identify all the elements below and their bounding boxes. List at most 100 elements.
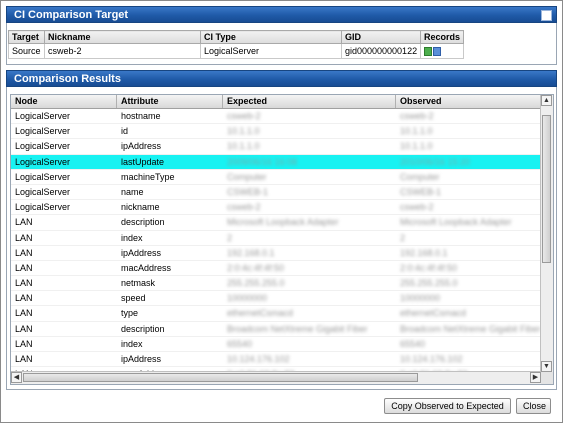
collapse-icon[interactable] [541, 10, 552, 21]
expected-cell: Broadcom NetXtreme Gigabit Fiber [227, 323, 368, 334]
expected-cell: 10000000 [227, 293, 268, 304]
target-panel-header: CI Comparison Target [6, 6, 557, 23]
table-row[interactable]: LAN netmask 255.255.255.0 255.255.255.0 [11, 276, 541, 292]
observed-cell: 2010/06/16 15:20 [400, 156, 471, 167]
scroll-right-icon[interactable]: ▶ [530, 372, 541, 383]
expected-cell: 2009/06/16 16:08 [227, 156, 298, 167]
horizontal-scroll-thumb[interactable] [23, 373, 418, 382]
observed-record-icon[interactable] [424, 47, 432, 57]
nickname-cell: csweb-2 [44, 43, 201, 59]
attribute-cell: id [121, 126, 129, 137]
col-target: Target [8, 30, 45, 44]
observed-cell: Computer [400, 171, 440, 182]
target-panel-title: CI Comparison Target [14, 9, 129, 21]
observed-cell: 10.124.176.102 [400, 354, 463, 364]
observed-cell: 2:0:4c:4f:4f:50 [400, 262, 458, 273]
scroll-corner [541, 372, 553, 384]
observed-cell: 2 [400, 232, 406, 243]
observed-cell: 65540 [400, 338, 426, 349]
horizontal-scrollbar[interactable]: ◀ ▶ [11, 371, 541, 384]
expected-record-icon[interactable] [433, 47, 441, 57]
attribute-cell: netmask [121, 278, 156, 289]
col-expected[interactable]: Expected [223, 95, 396, 108]
node-cell: LogicalServer [15, 141, 71, 152]
observed-cell: 10.1.1.0 [400, 126, 433, 137]
attribute-cell: speed [121, 293, 146, 304]
table-row[interactable]: LogicalServer machineType Computer Computer [11, 170, 541, 185]
observed-cell: csweb-2 [400, 111, 434, 121]
node-cell: LAN [15, 293, 33, 304]
results-grid-rows: LogicalServer hostname csweb-2 csweb-2 Logic… [11, 109, 541, 372]
expected-cell: 10.1.1.0 [227, 141, 260, 152]
attribute-cell: description [121, 217, 165, 228]
table-row[interactable]: LAN ipAddress 10.124.176.102 10.124.176.102 [11, 352, 541, 368]
table-row[interactable]: LAN description Broadcom NetXtreme Gigabit… [11, 322, 541, 337]
node-cell: LogicalServer [15, 171, 71, 182]
table-row[interactable]: LAN index 65540 65540 [11, 337, 541, 352]
col-records: Records [420, 30, 464, 44]
table-row[interactable]: LogicalServer hostname csweb-2 csweb-2 [11, 109, 541, 125]
scroll-down-icon[interactable]: ▼ [541, 361, 552, 372]
observed-cell: CSWEB-1 [400, 186, 442, 197]
expected-cell: csweb-2 [227, 202, 261, 213]
node-cell: LogicalServer [15, 202, 71, 213]
table-row[interactable]: LAN ipAddress 192.168.0.1 192.168.0.1 [11, 246, 541, 261]
attribute-cell: description [121, 323, 165, 334]
expected-cell: 10.1.1.0 [227, 126, 260, 137]
expected-cell: Computer [227, 171, 267, 182]
node-cell: LAN [15, 217, 33, 228]
table-row[interactable]: LAN speed 10000000 10000000 [11, 291, 541, 307]
observed-cell: 10.1.1.0 [400, 141, 433, 152]
scroll-up-icon[interactable]: ▲ [541, 95, 552, 106]
target-cell: Source [8, 43, 45, 59]
node-cell: LAN [15, 247, 33, 258]
table-row[interactable]: LAN index 2 2 [11, 231, 541, 246]
results-panel-title: Comparison Results [14, 73, 121, 85]
col-nickname: Nickname [44, 30, 201, 44]
table-row[interactable]: LAN macAddress 2:0:4c:4f:4f:50 2:0:4c:4f:4f… [11, 261, 541, 277]
attribute-cell: macAddress [121, 262, 172, 273]
results-grid-header: Node Attribute Expected Observed [11, 95, 541, 109]
copy-observed-to-expected-button[interactable]: Copy Observed to Expected [384, 398, 511, 414]
vertical-scrollbar[interactable]: ▲ ▼ [540, 95, 553, 372]
records-cell: O E [420, 43, 464, 59]
target-table: Target Nickname CI Type GID Records Sour… [8, 30, 464, 59]
gid-cell: gid000000000122 [341, 43, 421, 59]
close-button[interactable]: Close [516, 398, 551, 414]
expected-cell: 65540 [227, 338, 253, 349]
col-node[interactable]: Node [11, 95, 117, 108]
vertical-scroll-thumb[interactable] [542, 115, 551, 263]
table-row[interactable]: LAN description Microsoft Loopback Adapter… [11, 215, 541, 231]
observed-cell: csweb-2 [400, 202, 434, 213]
scroll-left-icon[interactable]: ◀ [11, 372, 22, 383]
table-row[interactable]: LogicalServer nickname csweb-2 csweb-2 [11, 200, 541, 216]
attribute-cell: nickname [121, 202, 160, 213]
expected-cell: 2 [227, 232, 233, 243]
table-row[interactable]: LogicalServer lastUpdate 2009/06/16 16:08 2… [11, 154, 541, 170]
node-cell: LogicalServer [15, 126, 71, 137]
results-panel-header: Comparison Results [6, 70, 557, 87]
ci-type-cell: LogicalServer [200, 43, 342, 59]
node-cell: LogicalServer [15, 111, 71, 121]
attribute-cell: hostname [121, 111, 161, 121]
target-row: Source csweb-2 LogicalServer gid00000000… [8, 43, 464, 59]
col-observed[interactable]: Observed [396, 95, 541, 108]
node-cell: LAN [15, 354, 33, 364]
table-row[interactable]: LogicalServer ipAddress 10.1.1.0 10.1.1.0 [11, 139, 541, 155]
node-cell: LogicalServer [15, 156, 71, 167]
results-grid: Node Attribute Expected Observed Logical… [10, 94, 554, 385]
node-cell: LAN [15, 338, 33, 349]
observed-cell: 10000000 [400, 293, 441, 304]
target-table-header: Target Nickname CI Type GID Records [8, 30, 464, 44]
table-row[interactable]: LogicalServer id 10.1.1.0 10.1.1.0 [11, 124, 541, 140]
node-cell: LAN [15, 278, 33, 289]
attribute-cell: name [121, 186, 144, 197]
expected-cell: 255.255.255.0 [227, 278, 285, 289]
col-ci-type: CI Type [200, 30, 342, 44]
expected-cell: ethernetCsmacd [227, 308, 294, 319]
expected-cell: 2:0:4c:4f:4f:50 [227, 262, 285, 273]
table-row[interactable]: LogicalServer name CSWEB-1 CSWEB-1 [11, 185, 541, 201]
col-attribute[interactable]: Attribute [117, 95, 223, 108]
expected-cell: 10.124.176.102 [227, 354, 290, 364]
table-row[interactable]: LAN type ethernetCsmacd ethernetCsmacd [11, 306, 541, 322]
